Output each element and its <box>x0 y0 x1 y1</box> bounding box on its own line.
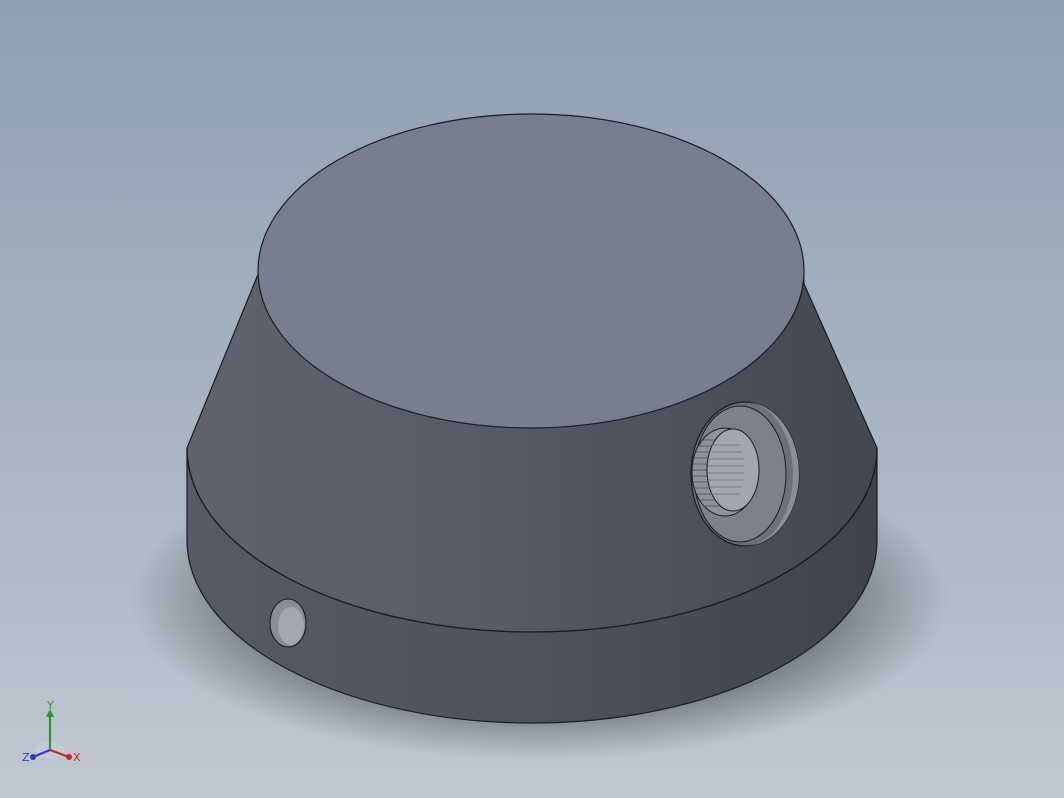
graphics-viewport[interactable]: Y X Z <box>0 0 1064 798</box>
pin-hole[interactable] <box>269 598 307 648</box>
x-axis-label: X <box>73 751 81 764</box>
threaded-port-hole[interactable] <box>690 401 800 547</box>
z-axis-label: Z <box>22 751 30 764</box>
coordinate-triad: Y X Z <box>22 700 81 764</box>
y-axis-label: Y <box>46 700 54 712</box>
part-model[interactable] <box>0 0 1064 798</box>
top-face[interactable] <box>257 113 805 429</box>
